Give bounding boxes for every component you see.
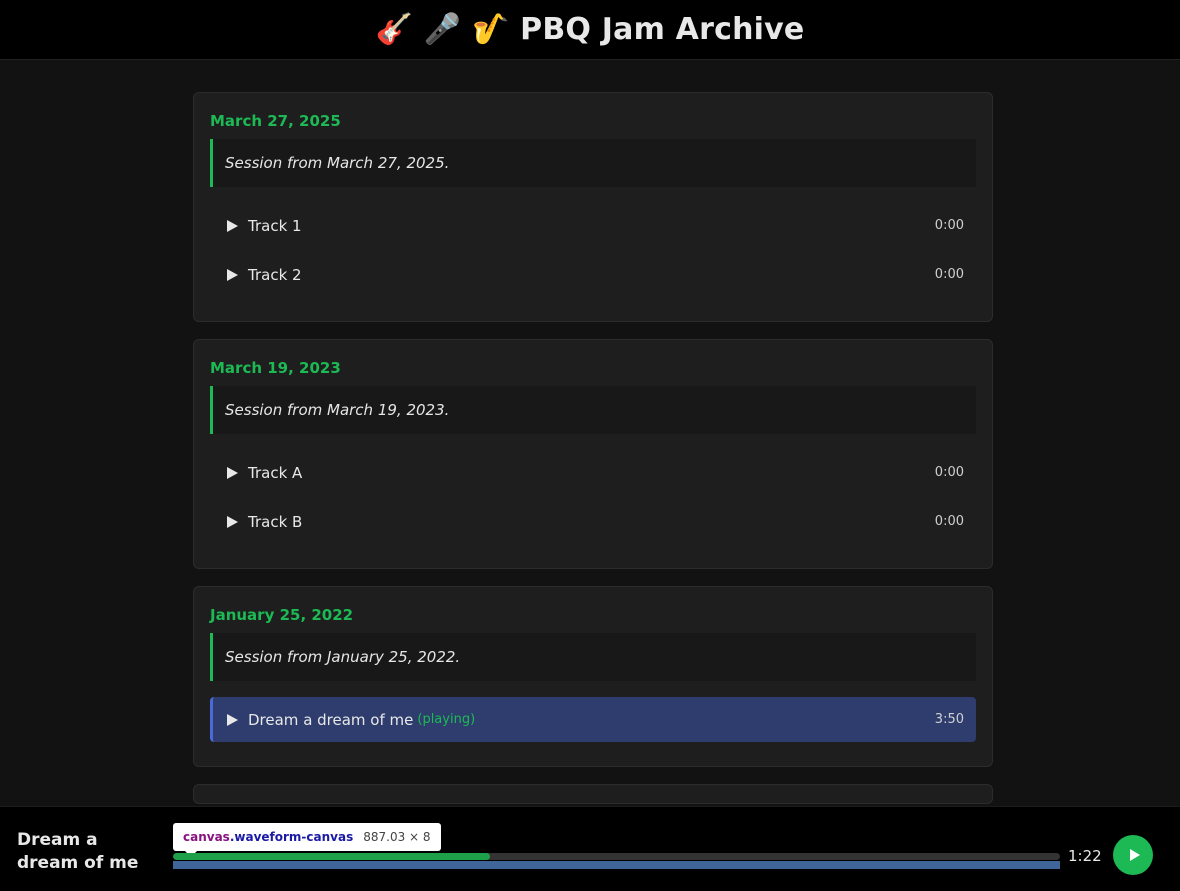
track-row-active[interactable]: Dream a dream of me (playing) 3:50 bbox=[210, 697, 976, 742]
waveform-track[interactable] bbox=[173, 853, 1060, 860]
devtools-tooltip: canvas .waveform-canvas 887.03 × 8 bbox=[173, 823, 441, 857]
session-note: Session from January 25, 2022. bbox=[210, 633, 976, 681]
track-duration: 0:00 bbox=[934, 514, 964, 529]
play-icon bbox=[227, 515, 238, 528]
track-title: Track 2 bbox=[248, 265, 302, 284]
track-title: Track A bbox=[248, 463, 303, 482]
top-bar: 🎸 🎤 🎷 PBQ Jam Archive bbox=[0, 0, 1180, 60]
session-card: January 25, 2022 Session from January 25… bbox=[193, 586, 993, 767]
track-duration: 0:00 bbox=[934, 267, 964, 282]
session-card: March 19, 2023 Session from March 19, 20… bbox=[193, 339, 993, 569]
page-title: 🎸 🎤 🎷 PBQ Jam Archive bbox=[375, 12, 805, 47]
play-icon bbox=[227, 219, 238, 232]
play-icon bbox=[227, 268, 238, 281]
waveform-canvas[interactable] bbox=[173, 861, 1060, 869]
track-title: Track 1 bbox=[248, 216, 302, 235]
track-row[interactable]: Track A 0:00 bbox=[210, 450, 976, 495]
session-card bbox=[193, 784, 993, 804]
track-duration: 3:50 bbox=[934, 712, 964, 727]
play-icon bbox=[227, 713, 238, 726]
track-row[interactable]: Track 1 0:00 bbox=[210, 203, 976, 248]
session-date: January 25, 2022 bbox=[210, 606, 354, 624]
play-button[interactable] bbox=[1113, 835, 1153, 875]
tooltip-class: .waveform-canvas bbox=[229, 830, 354, 844]
track-row[interactable]: Track 2 0:00 bbox=[210, 252, 976, 297]
play-circle-icon bbox=[1129, 849, 1140, 861]
play-icon bbox=[227, 466, 238, 479]
track-title: Dream a dream of me bbox=[248, 710, 414, 729]
session-card: March 27, 2025 Session from March 27, 20… bbox=[193, 92, 993, 322]
session-date: March 19, 2023 bbox=[210, 359, 341, 377]
track-duration: 0:00 bbox=[934, 465, 964, 480]
track-title: Track B bbox=[248, 512, 303, 531]
waveform-seekbar[interactable] bbox=[173, 851, 1060, 869]
waveform-progress bbox=[173, 853, 490, 860]
session-note: Session from March 27, 2025. bbox=[210, 139, 976, 187]
player-bar: Dream a dream of me canvas .waveform-can… bbox=[0, 806, 1180, 891]
playing-indicator: (playing) bbox=[417, 712, 476, 727]
session-date: March 27, 2025 bbox=[210, 112, 341, 130]
session-list: March 27, 2025 Session from March 27, 20… bbox=[193, 92, 993, 821]
track-duration: 0:00 bbox=[934, 218, 964, 233]
app: 🎸 🎤 🎷 PBQ Jam Archive March 27, 2025 Ses… bbox=[0, 0, 1180, 891]
now-playing-title: Dream a dream of me bbox=[17, 830, 139, 873]
tooltip-size: 887.03 × 8 bbox=[363, 830, 431, 844]
current-time: 1:22 bbox=[1068, 847, 1102, 865]
session-note: Session from March 19, 2023. bbox=[210, 386, 976, 434]
track-row[interactable]: Track B 0:00 bbox=[210, 499, 976, 544]
tooltip-tag: canvas bbox=[183, 830, 230, 844]
